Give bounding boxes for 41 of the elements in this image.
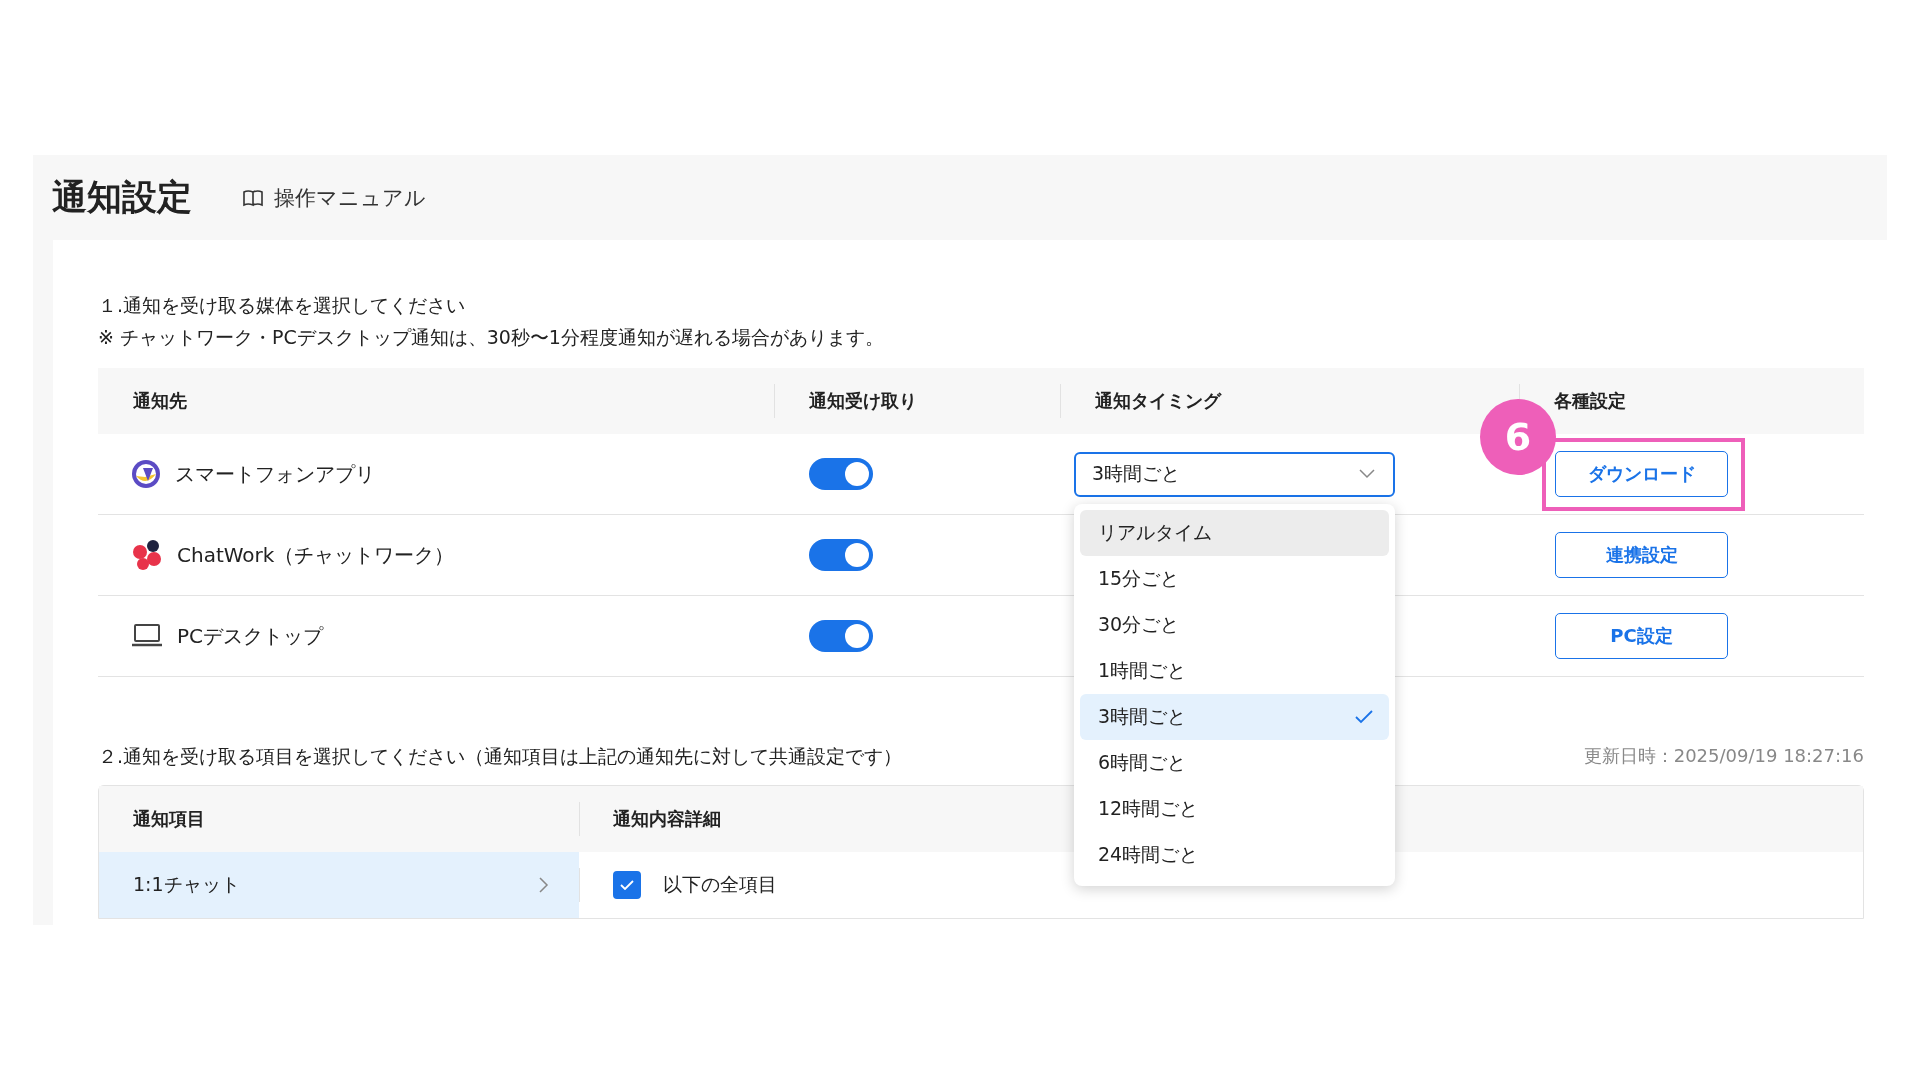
book-icon (242, 188, 264, 207)
dropdown-option[interactable]: 3時間ごと (1080, 694, 1389, 740)
column-header: 通知項目 (133, 807, 205, 831)
column-header: 通知受け取り (809, 389, 917, 413)
dropdown-option[interactable]: 12時間ごと (1080, 786, 1389, 832)
dropdown-option[interactable]: 30分ごと (1080, 602, 1389, 648)
laptop-icon (131, 623, 163, 649)
column-header: 通知内容詳細 (613, 807, 721, 831)
toggle-switch[interactable] (809, 539, 873, 571)
action-button[interactable]: PC設定 (1555, 613, 1728, 659)
dropdown-option[interactable]: 15分ごと (1080, 556, 1389, 602)
section-heading: １.通知を受け取る媒体を選択してください (98, 293, 467, 318)
app-logo-icon (131, 459, 161, 489)
category-item[interactable]: 1:1チャット (99, 852, 579, 918)
dropdown-option[interactable]: 1時間ごと (1080, 648, 1389, 694)
channel-name: スマートフォンアプリ (175, 460, 375, 488)
chevron-down-icon (1359, 469, 1375, 479)
action-button[interactable]: 連携設定 (1555, 532, 1728, 578)
checkbox[interactable] (613, 871, 641, 899)
dropdown-option[interactable]: リアルタイム (1080, 510, 1389, 556)
channel-name: ChatWork（チャットワーク） (177, 541, 455, 569)
manual-link[interactable]: 操作マニュアル (242, 183, 426, 212)
toggle-switch[interactable] (809, 620, 873, 652)
note-text: ※ チャットワーク・PCデスクトップ通知は、30秒〜1分程度通知が遅れる場合があります。 (98, 325, 885, 350)
column-header: 通知先 (133, 389, 187, 413)
column-header: 各種設定 (1554, 389, 1626, 413)
chevron-right-icon (539, 877, 549, 893)
chatwork-logo-icon (131, 539, 163, 571)
check-icon (1355, 710, 1373, 724)
page-title: 通知設定 (52, 176, 192, 219)
checkbox-label: 以下の全項目 (663, 872, 777, 897)
channel-name: PCデスクトップ (177, 622, 324, 650)
check-icon (620, 880, 634, 890)
updated-time: 更新日時：2025/09/19 18:27:16 (1583, 744, 1864, 768)
dropdown-option[interactable]: 6時間ごと (1080, 740, 1389, 786)
dropdown-option[interactable]: 24時間ごと (1080, 832, 1389, 878)
toggle-switch[interactable] (809, 458, 873, 490)
action-button[interactable]: ダウンロード (1555, 451, 1728, 497)
section-heading: ２.通知を受け取る項目を選択してください（通知項目は上記の通知先に対して共通設定です） (98, 744, 903, 769)
timing-select[interactable]: 3時間ごと (1074, 451, 1395, 497)
column-header: 通知タイミング (1095, 389, 1221, 413)
